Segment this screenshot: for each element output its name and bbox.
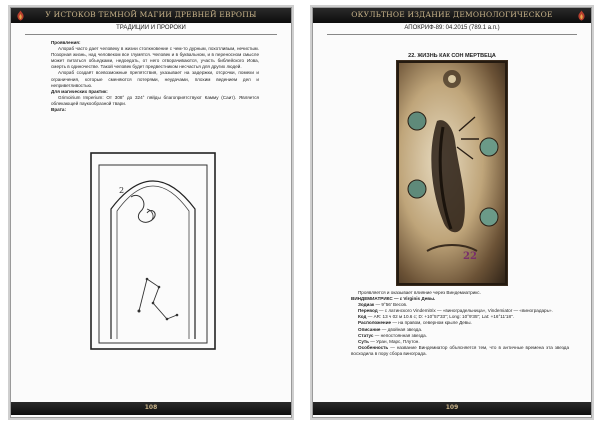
fact-value: — 9°56' Весов.	[374, 302, 408, 308]
fact-value: — Уран, Марс, Плутон.	[369, 338, 420, 344]
star-facts-list: Зодиак — 9°56' Весов. Перевод — с латинск…	[351, 302, 569, 357]
fact-value: — непостоянная звезда.	[373, 332, 428, 338]
fact-label: Статус	[358, 332, 374, 338]
gate-sigil-diagram: 2	[90, 152, 216, 350]
fact-label: Зодиак	[358, 302, 375, 308]
fact-label: Описание	[358, 326, 381, 332]
fact-value: — двойная звезда.	[380, 326, 423, 332]
paragraph: Алораб создаёт всевозможные препятствия,…	[51, 70, 259, 88]
left-header-bar: У ИСТОКОВ ТЕМНОЙ МАГИИ ДРЕВНЕЙ ЕВРОПЫ	[11, 8, 291, 23]
left-page: У ИСТОКОВ ТЕМНОЙ МАГИИ ДРЕВНЕЙ ЕВРОПЫ ТР…	[10, 7, 292, 418]
right-section-title: АПОКРИФ-89: 04.2015 (789.1 а.п.)	[404, 25, 500, 31]
divider	[327, 34, 577, 35]
illustration-art: 22	[395, 59, 509, 287]
flame-sigil-icon	[17, 10, 24, 21]
page-number: 109	[445, 404, 459, 411]
chapter-title: 22. ЖИЗНЬ КАК СОН МЕРТВЕЦА	[408, 53, 496, 59]
fact-value: — на правом, северном крыле Девы.	[391, 320, 472, 326]
right-header-bar: ОКУЛЬТНОЕ ИЗДАНИЕ ДЕМОНОЛОГИЧЕСКОЕ	[313, 8, 591, 23]
divider	[25, 34, 277, 35]
left-body-text: Проявления: Алораб часто дает человеку в…	[51, 40, 259, 113]
right-page: ОКУЛЬТНОЕ ИЗДАНИЕ ДЕМОНОЛОГИЧЕСКОЕ АПОКР…	[312, 7, 592, 418]
fact-label: Перевод	[358, 308, 378, 314]
fact-label: Суть	[358, 338, 370, 344]
right-footer-bar: 109	[313, 402, 591, 415]
paragraph: Алораб часто дает человеку в жизни столк…	[51, 46, 259, 70]
fact-label: Расположение	[358, 320, 392, 326]
fact-value: — AR: 13 ч 02 м 10.6 с; D: +10°57'33"; L…	[366, 314, 514, 320]
gates-heading: Врата:	[51, 107, 67, 113]
right-body-text: Проявляется и оказывает влияние через Ви…	[351, 290, 569, 357]
paragraph: Grimoirium Imperium: От 308° до 324° пяй…	[51, 94, 259, 106]
right-header-title: ОКУЛЬТНОЕ ИЗДАНИЕ ДЕМОНОЛОГИЧЕСКОЕ	[351, 10, 553, 19]
card-number: 22	[463, 251, 477, 262]
fact-line: Особенность — название Виндемиатор объяс…	[351, 345, 569, 357]
fact-label: Особенность	[358, 344, 389, 350]
left-footer-bar: 108	[11, 402, 291, 415]
left-header-title: У ИСТОКОВ ТЕМНОЙ МАГИИ ДРЕВНЕЙ ЕВРОПЫ	[45, 10, 257, 19]
page-number: 108	[144, 404, 158, 411]
svg-text:2: 2	[119, 186, 124, 195]
left-section-title: ТРАДИЦИИ И ПРОРОКИ	[116, 25, 186, 31]
illustration-card: 22	[395, 59, 509, 287]
flame-sigil-icon	[578, 10, 585, 21]
fact-value: — с латинского Vindemitrix — «виноградел…	[377, 308, 553, 314]
